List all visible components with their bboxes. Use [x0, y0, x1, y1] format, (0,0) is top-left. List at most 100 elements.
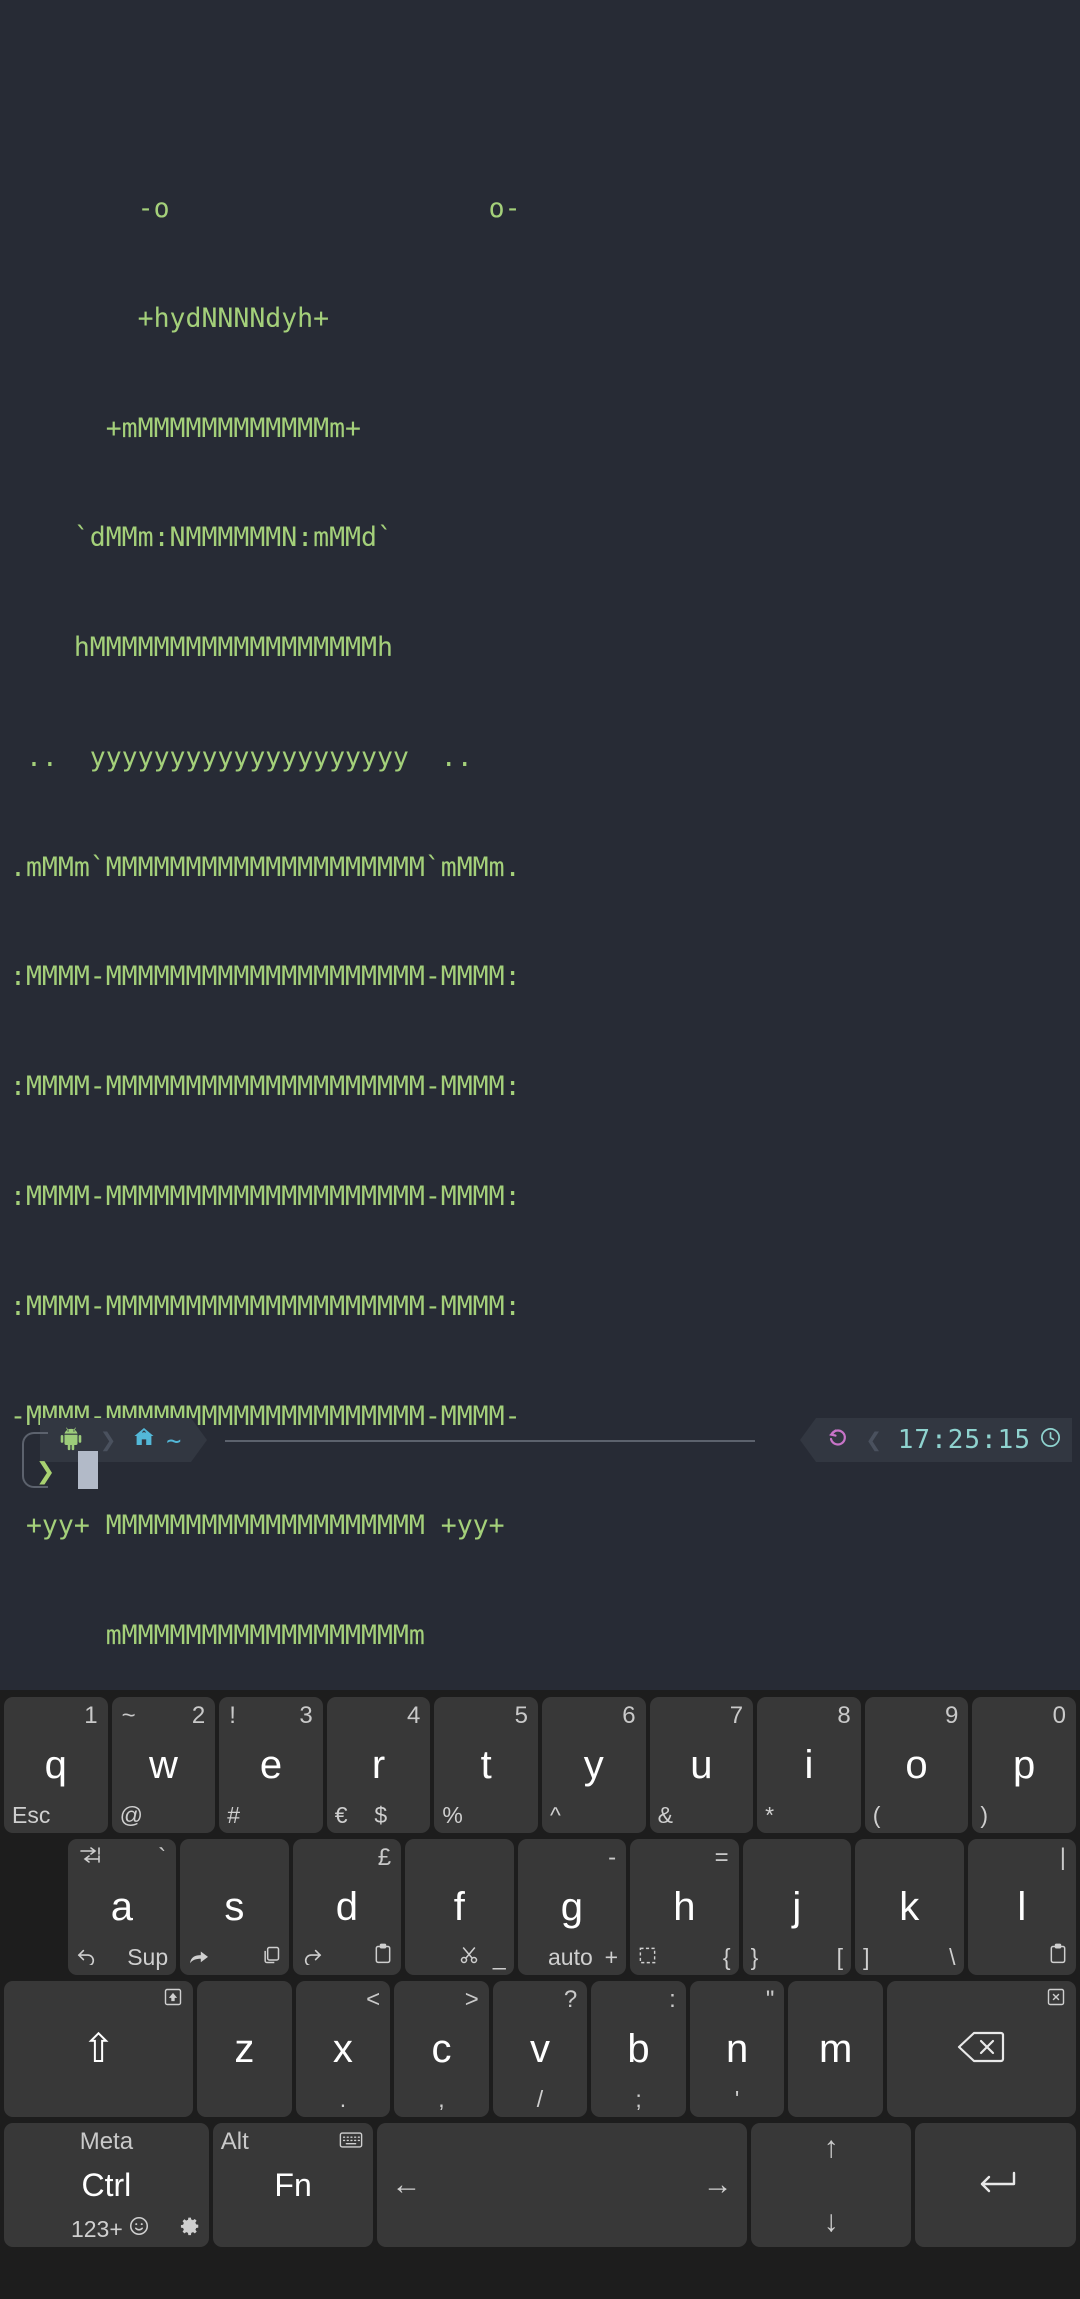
key-o-alt: 9	[944, 1702, 959, 1729]
ascii-line: :MMMM-MMMMMMMMMMMMMMMMMMMM-MMMM:	[10, 961, 521, 993]
key-s[interactable]: s	[180, 1839, 289, 1975]
key-x-alt: <	[366, 1986, 381, 2013]
key-k-bl: ]	[863, 1944, 870, 1970]
key-f[interactable]: f _	[405, 1839, 514, 1975]
key-n-bl: '	[734, 2086, 740, 2112]
key-c[interactable]: > c,	[394, 1981, 489, 2117]
ascii-line: .mMMm`MMMMMMMMMMMMMMMMMMMM`mMMm.	[10, 851, 521, 883]
key-ctrl-123: 123+	[70, 2216, 123, 2242]
prompt-arrow: ❯	[36, 1452, 56, 1490]
key-v[interactable]: ? v /	[492, 1981, 588, 2117]
key-ctrl[interactable]: Meta Ctrl 123+	[4, 2123, 209, 2247]
key-j[interactable]: j } [	[742, 1839, 852, 1975]
key-space[interactable]: ← →	[377, 2123, 747, 2247]
key-i[interactable]: 8 i *	[757, 1697, 861, 1833]
tab-icon	[78, 1844, 102, 1872]
key-p-alt: 0	[1052, 1702, 1066, 1729]
paste-icon	[373, 1943, 393, 1971]
key-v-alt: ?	[563, 1986, 578, 2013]
key-r-br: $	[374, 1802, 388, 1828]
key-backspace[interactable]	[886, 1981, 1077, 2117]
key-r-alt: 4	[407, 1702, 421, 1729]
key-z[interactable]: z	[197, 1981, 292, 2117]
arrow-left-icon: ←	[391, 2168, 422, 2201]
key-v-bl: /	[536, 2086, 544, 2112]
key-p[interactable]: 0 p)	[972, 1697, 1076, 1833]
key-j-br: [	[836, 1944, 844, 1970]
key-w-label: w	[148, 1743, 178, 1787]
enter-icon	[972, 2168, 1020, 2203]
key-c-label: c	[431, 2027, 452, 2071]
key-d[interactable]: £ d	[292, 1839, 402, 1975]
ascii-line: -o o-	[10, 192, 521, 224]
key-b-label: b	[627, 2027, 650, 2071]
key-q-esc: Esc	[12, 1802, 51, 1828]
key-t-alt: 5	[514, 1702, 528, 1729]
key-enter[interactable]	[915, 2123, 1077, 2247]
key-b-bl: ;	[635, 2086, 642, 2112]
key-w[interactable]: ~2 w @	[111, 1697, 216, 1833]
key-a[interactable]: ` a Sup	[67, 1839, 177, 1975]
keyboard-row-2: ` a Sup s £ d f _ - g auto + = h {j} […	[2, 1836, 1078, 1978]
key-y-bl: ^	[549, 1802, 561, 1828]
key-y-label: y	[583, 1743, 604, 1787]
key-x[interactable]: < x.	[295, 1981, 391, 2117]
key-i-label: i	[804, 1743, 814, 1787]
undo-icon	[76, 1944, 98, 1971]
key-l-label: l	[1017, 1885, 1027, 1929]
ascii-line: :MMMM-MMMMMMMMMMMMMMMMMMMM-MMMM:	[10, 1071, 521, 1103]
key-l[interactable]: | l	[967, 1839, 1077, 1975]
key-a-alt: `	[158, 1844, 167, 1871]
arrow-down-icon: ↓	[823, 2205, 839, 2238]
copy-icon	[261, 1944, 281, 1971]
key-u-alt: 7	[729, 1702, 744, 1729]
caps-lock-icon	[163, 1986, 183, 2014]
key-shift[interactable]: ⇧	[4, 1981, 194, 2117]
key-m[interactable]: m	[788, 1981, 883, 2117]
key-e-label: e	[259, 1743, 283, 1787]
key-h-alt: =	[714, 1844, 729, 1871]
key-o[interactable]: 9 o (	[864, 1697, 969, 1833]
key-u[interactable]: 7 u &	[649, 1697, 754, 1833]
keyboard-row-3: ⇧ z < x. > c, ? v / : b; " n ' m	[2, 1978, 1078, 2120]
key-r[interactable]: 4 r € $	[326, 1697, 431, 1833]
key-i-bl: *	[765, 1802, 775, 1828]
key-g-plus: +	[604, 1944, 619, 1970]
key-n[interactable]: " n '	[689, 1981, 785, 2117]
key-fn[interactable]: Alt Fn	[212, 2123, 374, 2247]
cut-icon	[459, 1944, 479, 1971]
key-h-label: h	[673, 1885, 696, 1929]
virtual-keyboard[interactable]: 1 q Esc ~2 w @ ! 3 e # 4 r € $ 5 t% 6 y ^ 7 u & 8 i * 9 o (…	[0, 1690, 1080, 2299]
key-b[interactable]: : b;	[591, 1981, 686, 2117]
key-w-bl: @	[119, 1802, 143, 1828]
key-b-alt: :	[669, 1986, 676, 2013]
key-z-label: z	[234, 2027, 255, 2071]
command-input-line[interactable]: ❯	[0, 1432, 1080, 1508]
key-j-label: j	[792, 1885, 802, 1929]
row2-left-gap	[4, 1839, 64, 1975]
key-w-tl: ~	[121, 1702, 136, 1729]
key-e-tl: !	[229, 1702, 236, 1729]
key-q[interactable]: 1 q Esc	[4, 1697, 108, 1833]
key-e-alt: 3	[299, 1702, 313, 1729]
select-all-icon	[638, 1944, 657, 1971]
key-t[interactable]: 5 t%	[434, 1697, 538, 1833]
key-g[interactable]: - g auto +	[517, 1839, 627, 1975]
key-n-alt: "	[765, 1986, 775, 2013]
delete-forward-icon	[1046, 1986, 1066, 2014]
ascii-line: :MMMM-MMMMMMMMMMMMMMMMMMMM-MMMM:	[10, 1290, 521, 1322]
key-e[interactable]: ! 3 e #	[219, 1697, 323, 1833]
key-d-label: d	[335, 1885, 358, 1929]
key-h[interactable]: = h {	[630, 1839, 739, 1975]
key-arrow-cluster[interactable]: ↑ ↓	[750, 2123, 912, 2247]
key-k[interactable]: k ] \	[855, 1839, 964, 1975]
key-f-label: f	[453, 1885, 465, 1929]
key-o-label: o	[905, 1743, 928, 1787]
settings-gear-icon	[179, 2215, 201, 2243]
key-k-br: \	[949, 1944, 956, 1970]
key-x-bl: .	[339, 2086, 347, 2112]
key-ctrl-label: Ctrl	[81, 2167, 132, 2203]
text-cursor	[78, 1451, 98, 1489]
keyboard-row-4: Meta Ctrl 123+ Alt Fn ← → ↑ ↓	[2, 2120, 1078, 2250]
key-y[interactable]: 6 y ^	[541, 1697, 646, 1833]
